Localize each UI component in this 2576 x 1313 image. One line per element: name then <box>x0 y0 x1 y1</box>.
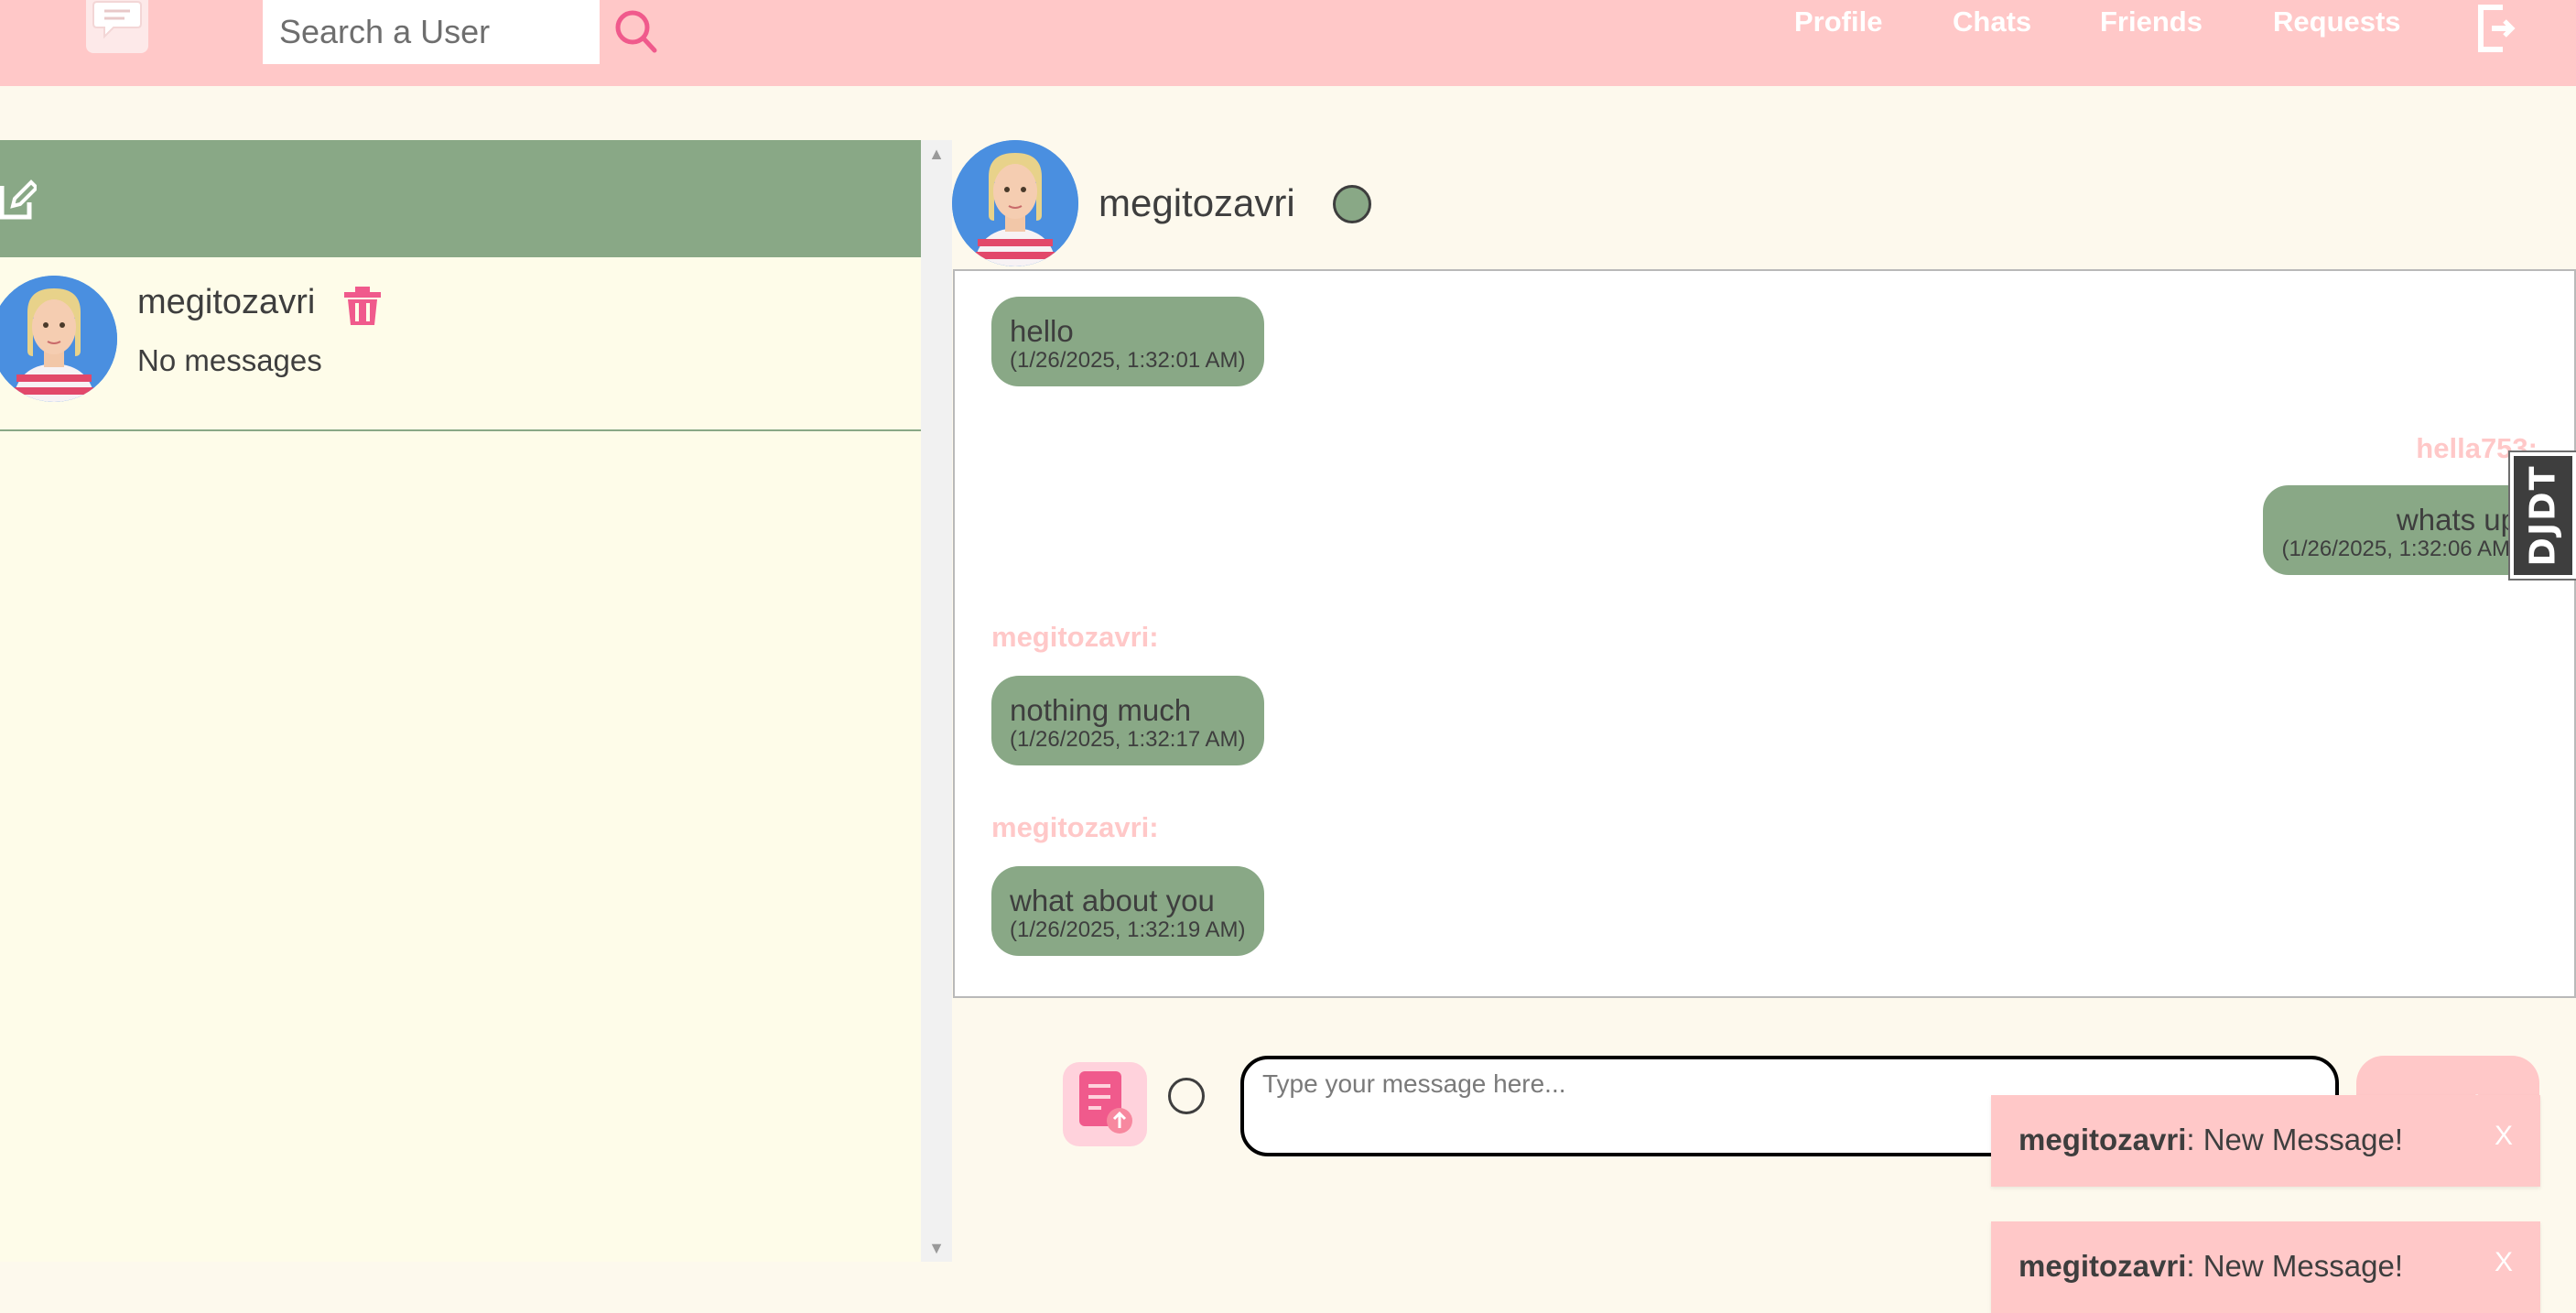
scroll-up-arrow-icon[interactable]: ▲ <box>921 140 952 168</box>
online-status-dot <box>1333 185 1371 223</box>
message-time: (1/26/2025, 1:32:06 AM) <box>2281 537 2517 561</box>
avatar <box>952 140 1078 266</box>
search-input[interactable] <box>263 0 600 64</box>
compose-icon <box>0 179 39 220</box>
toast-message: megitozavri: New Message! <box>2019 1249 2403 1284</box>
message-sender: megitozavri: <box>991 811 1159 843</box>
nav-friends[interactable]: Friends <box>2100 5 2203 42</box>
message-bubble: nothing much (1/26/2025, 1:32:17 AM) <box>991 676 1264 765</box>
message-time: (1/26/2025, 1:32:01 AM) <box>1010 348 1246 373</box>
logo[interactable] <box>86 0 148 53</box>
message-option-radio[interactable] <box>1168 1078 1205 1114</box>
chat-bubble-icon <box>92 1 142 39</box>
chat-list-sidebar: megitozavri No messages <box>0 140 921 1262</box>
scroll-down-arrow-icon[interactable]: ▼ <box>921 1234 952 1262</box>
chat-partner-name: megitozavri <box>1099 181 1295 224</box>
message-time: (1/26/2025, 1:32:17 AM) <box>1010 727 1246 752</box>
trash-icon <box>344 287 381 325</box>
message-text: hello <box>1010 314 1074 348</box>
navbar: Profile Chats Friends Requests <box>0 0 2576 86</box>
message-bubble: hello (1/26/2025, 1:32:01 AM) <box>991 297 1264 386</box>
file-upload-icon <box>1079 1071 1132 1134</box>
message-time: (1/26/2025, 1:32:19 AM) <box>1010 917 1246 942</box>
toast-message: megitozavri: New Message! <box>2019 1123 2403 1157</box>
nav-requests[interactable]: Requests <box>2273 5 2401 42</box>
notification-toast: megitozavri: New Message! X <box>1991 1221 2540 1313</box>
chat-list-item[interactable]: megitozavri No messages <box>0 257 921 431</box>
search-icon <box>615 10 657 53</box>
logout-icon <box>2478 5 2516 52</box>
avatar <box>0 276 117 402</box>
message-bubble: what about you (1/26/2025, 1:32:19 AM) <box>991 866 1264 956</box>
message-bubble: whats up (1/26/2025, 1:32:06 AM) <box>2261 483 2538 577</box>
message-text: nothing much <box>1010 693 1192 727</box>
logout-button[interactable] <box>2475 4 2516 53</box>
toast-user: megitozavri <box>2019 1249 2187 1283</box>
message-sender: megitozavri: <box>991 621 1159 653</box>
compose-button[interactable] <box>0 175 39 222</box>
notification-toast: megitozavri: New Message! X <box>1991 1095 2540 1187</box>
chat-list-name: megitozavri <box>137 283 316 321</box>
toast-text: : New Message! <box>2186 1249 2403 1283</box>
djdt-label: DJDT <box>2523 464 2563 567</box>
toast-text: : New Message! <box>2186 1123 2403 1156</box>
message-text: what about you <box>1010 884 1215 917</box>
chat-list-last-message: No messages <box>137 343 322 377</box>
djdt-toolbar-handle[interactable]: DJDT <box>2508 450 2576 581</box>
search-button[interactable] <box>613 5 659 55</box>
sidebar-scrollbar[interactable]: ▲ ▼ <box>921 140 952 1262</box>
toast-close-button[interactable]: X <box>2495 1247 2513 1278</box>
nav-chats[interactable]: Chats <box>1953 5 2031 42</box>
message-text: whats up <box>2396 503 2517 537</box>
nav-profile[interactable]: Profile <box>1794 5 1882 42</box>
messages-panel[interactable]: hello (1/26/2025, 1:32:01 AM) hella753: … <box>953 269 2576 998</box>
sidebar-header <box>0 140 921 257</box>
toast-user: megitozavri <box>2019 1123 2187 1156</box>
attach-file-button[interactable] <box>1063 1062 1147 1146</box>
delete-chat-button[interactable] <box>342 285 383 327</box>
toast-close-button[interactable]: X <box>2495 1121 2513 1152</box>
